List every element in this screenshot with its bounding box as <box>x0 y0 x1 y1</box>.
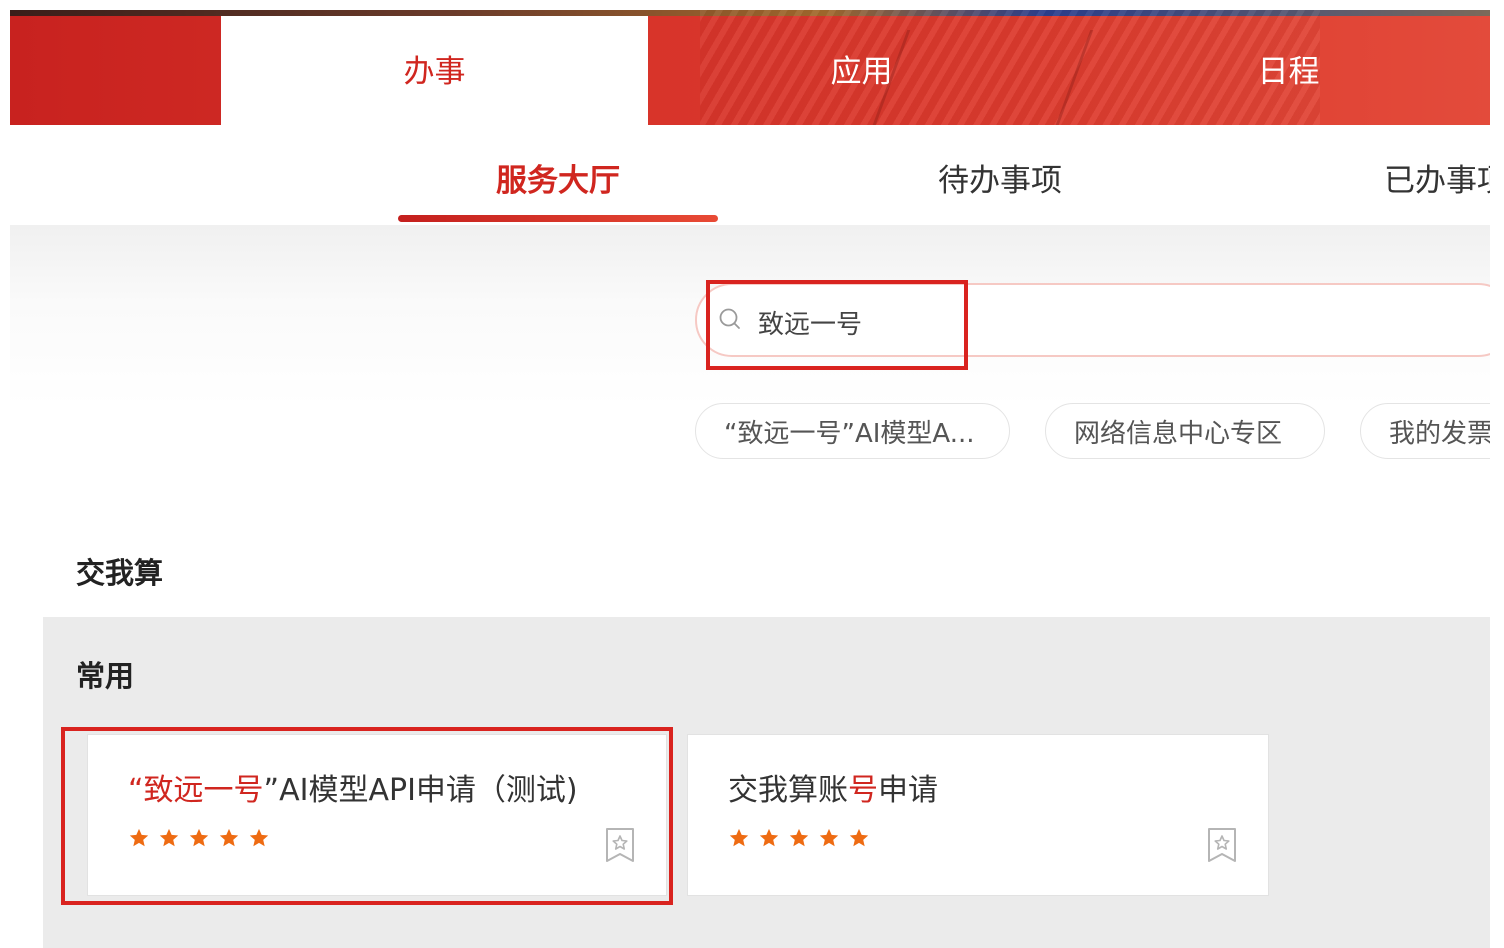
tab-service-hall[interactable]: 服务大厅 <box>496 155 620 200</box>
nav-tab-yingyong[interactable]: 应用 <box>648 16 1075 125</box>
top-nav-bar: 办事 应用 日程 <box>10 10 1490 125</box>
nav-tab-banshi[interactable]: 办事 <box>221 16 648 125</box>
star-icon <box>819 828 839 847</box>
sub-tab-bar: 服务大厅 待办事项 已办事项 <box>10 125 1490 225</box>
bookmark-star-icon[interactable] <box>1207 827 1237 863</box>
app-frame: 办事 应用 日程 服务大厅 待办事项 已办事项 致远一号 “致远一号”AI模型A… <box>10 10 1490 948</box>
star-icon <box>789 828 809 847</box>
chip-label: 我的发票 <box>1389 418 1490 449</box>
active-tab-indicator <box>398 215 718 222</box>
card-title: 交我算账号申请 <box>728 765 938 809</box>
nav-tab-label: 办事 <box>403 54 466 90</box>
nav-tab-label: 日程 <box>1257 54 1320 90</box>
nav-tab-richeng[interactable]: 日程 <box>1075 16 1490 125</box>
rating-stars <box>728 827 870 849</box>
search-section: 致远一号 “致远一号”AI模型A... 网络信息中心专区 我的发票 <box>10 225 1490 485</box>
service-card-account-apply[interactable]: 交我算账号申请 <box>687 734 1269 896</box>
star-icon <box>729 828 749 847</box>
nav-tab-label: 应用 <box>830 54 893 90</box>
search-highlight-box <box>706 280 968 370</box>
card-title-text: 申请 <box>878 773 938 808</box>
section-title-assign: 交我算 <box>76 556 164 590</box>
tab-todo[interactable]: 待办事项 <box>938 155 1062 200</box>
star-icon <box>849 828 869 847</box>
card-title-match: 号 <box>848 773 878 808</box>
chip-my-invoice[interactable]: 我的发票 <box>1360 403 1490 459</box>
chip-label: “致远一号”AI模型A... <box>724 418 975 449</box>
card-title-text: 交我算账 <box>728 773 848 808</box>
chip-label: 网络信息中心专区 <box>1074 418 1283 449</box>
star-icon <box>759 828 779 847</box>
chip-zhiyuan-ai[interactable]: “致远一号”AI模型A... <box>695 403 1010 459</box>
tab-done[interactable]: 已办事项 <box>1384 155 1490 200</box>
chip-network-center[interactable]: 网络信息中心专区 <box>1045 403 1325 459</box>
card-highlight-box <box>61 727 673 905</box>
section-title-common: 常用 <box>76 659 135 693</box>
